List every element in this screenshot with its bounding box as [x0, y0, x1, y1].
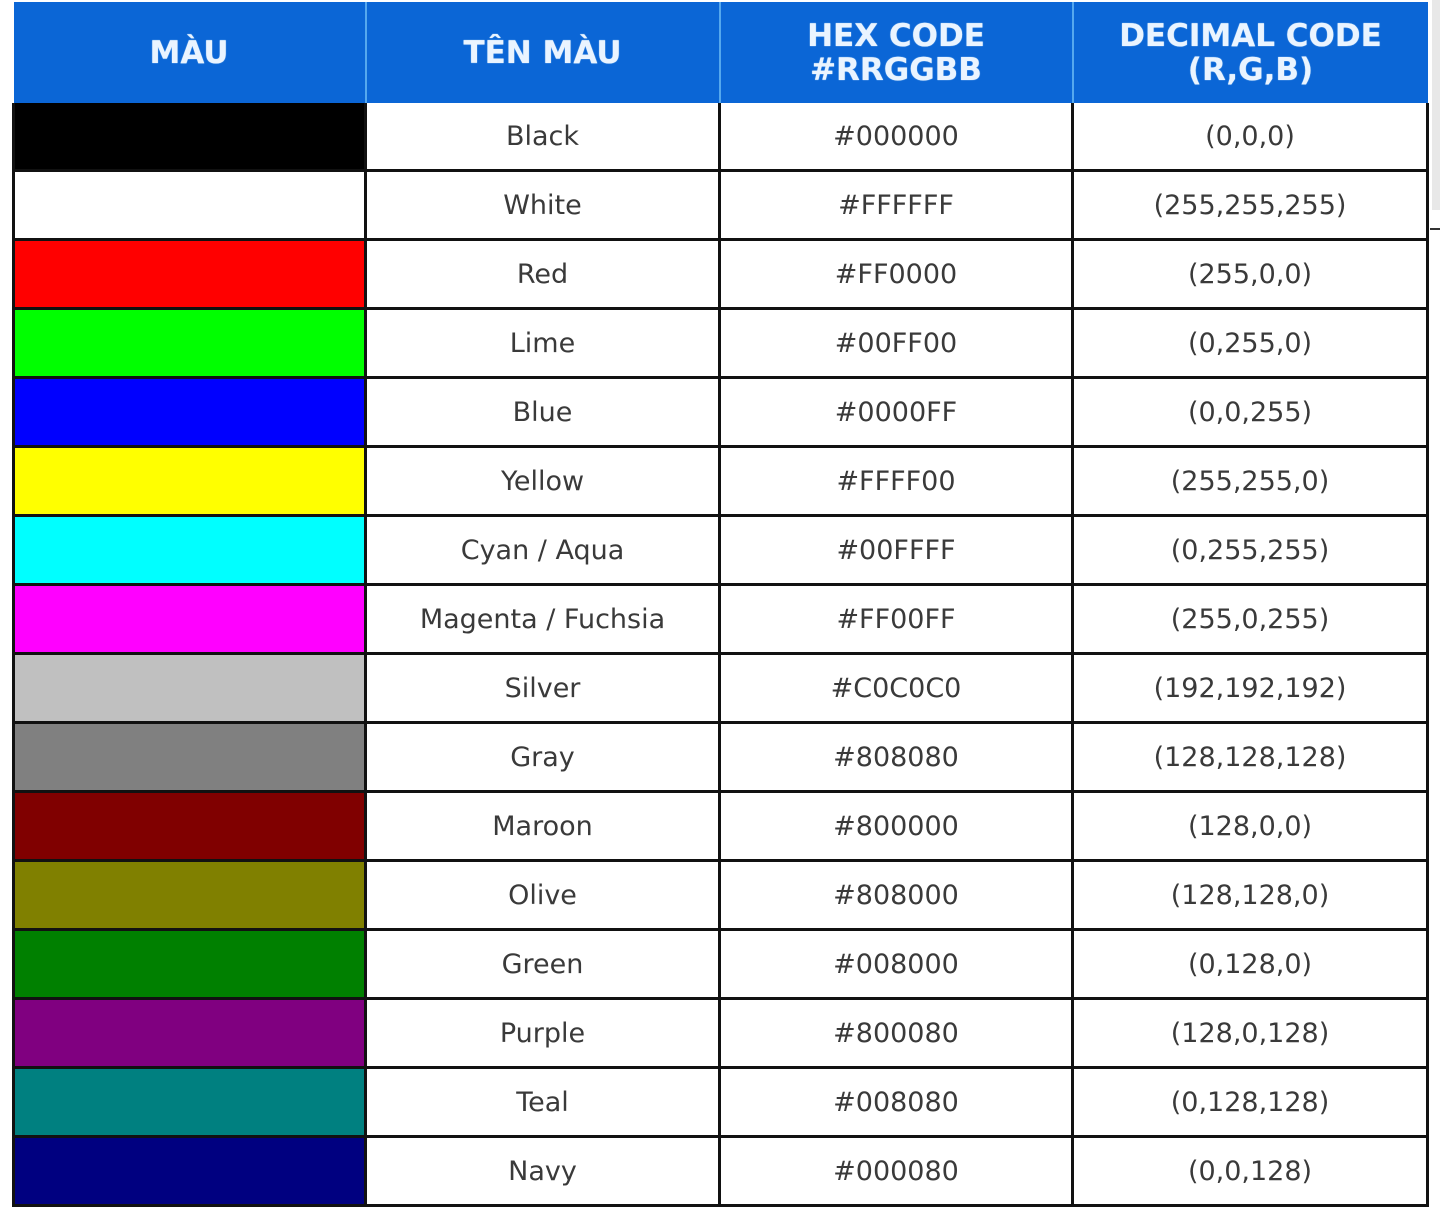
- table-row: Maroon #800000 (128,0,0): [12, 790, 1429, 862]
- color-code-table: MÀU TÊN MÀU HEX CODE #RRGGBB DECIMAL COD…: [12, 2, 1429, 1207]
- table-row: Purple #800080 (128,0,128): [12, 997, 1429, 1069]
- decimal-code-cell: (0,128,128): [1071, 1066, 1429, 1138]
- table-row: Cyan / Aqua #00FFFF (0,255,255): [12, 514, 1429, 586]
- decimal-code-cell: (128,128,0): [1071, 859, 1429, 931]
- decimal-code-cell: (128,128,128): [1071, 721, 1429, 793]
- color-name-cell: Navy: [364, 1135, 721, 1207]
- color-swatch: [12, 721, 367, 793]
- header-row: MÀU TÊN MÀU HEX CODE #RRGGBB DECIMAL COD…: [13, 2, 1428, 103]
- color-swatch: [12, 169, 367, 241]
- scrollbar-track[interactable]: [1432, 0, 1440, 210]
- color-name-cell: Blue: [364, 376, 721, 448]
- color-swatch: [12, 103, 367, 172]
- decimal-code-cell: (192,192,192): [1071, 652, 1429, 724]
- table-row: Red #FF0000 (255,0,0): [12, 238, 1429, 310]
- table-row: Magenta / Fuchsia #FF00FF (255,0,255): [12, 583, 1429, 655]
- header-decimal-line2: (R,G,B): [1187, 51, 1314, 88]
- color-name-cell: Teal: [364, 1066, 721, 1138]
- color-name-cell: Silver: [364, 652, 721, 724]
- decimal-code-cell: (128,0,128): [1071, 997, 1429, 1069]
- hex-code-cell: #0000FF: [718, 376, 1074, 448]
- hex-code-cell: #800000: [718, 790, 1074, 862]
- color-name-cell: Yellow: [364, 445, 721, 517]
- hex-code-cell: #00FFFF: [718, 514, 1074, 586]
- decimal-code-cell: (255,255,0): [1071, 445, 1429, 517]
- table-row: Olive #808000 (128,128,0): [12, 859, 1429, 931]
- color-swatch: [12, 376, 367, 448]
- table-row: Teal #008080 (0,128,128): [12, 1066, 1429, 1138]
- decimal-code-cell: (255,0,0): [1071, 238, 1429, 310]
- table-row: Silver #C0C0C0 (192,192,192): [12, 652, 1429, 724]
- hex-code-cell: #808080: [718, 721, 1074, 793]
- color-name-cell: Red: [364, 238, 721, 310]
- hex-code-cell: #000000: [718, 103, 1074, 172]
- decimal-code-cell: (0,128,0): [1071, 928, 1429, 1000]
- edge-marker: [1430, 228, 1440, 230]
- hex-code-cell: #000080: [718, 1135, 1074, 1207]
- header-decimal: DECIMAL CODE (R,G,B): [1071, 2, 1428, 103]
- table-row: Navy #000080 (0,0,128): [12, 1135, 1429, 1207]
- decimal-code-cell: (255,255,255): [1071, 169, 1429, 241]
- decimal-code-cell: (128,0,0): [1071, 790, 1429, 862]
- hex-code-cell: #008080: [718, 1066, 1074, 1138]
- color-name-cell: White: [364, 169, 721, 241]
- color-name-cell: Lime: [364, 307, 721, 379]
- color-name-cell: Black: [364, 103, 721, 172]
- color-name-cell: Cyan / Aqua: [364, 514, 721, 586]
- decimal-code-cell: (0,255,0): [1071, 307, 1429, 379]
- header-swatch: MÀU: [13, 2, 367, 103]
- color-swatch: [12, 652, 367, 724]
- color-swatch: [12, 1066, 367, 1138]
- color-swatch: [12, 583, 367, 655]
- table-row: Black #000000 (0,0,0): [12, 103, 1429, 172]
- color-swatch: [12, 928, 367, 1000]
- decimal-code-cell: (0,255,255): [1071, 514, 1429, 586]
- table-row: White #FFFFFF (255,255,255): [12, 169, 1429, 241]
- color-swatch: [12, 445, 367, 517]
- color-name-cell: Magenta / Fuchsia: [364, 583, 721, 655]
- color-swatch: [12, 997, 367, 1069]
- decimal-code-cell: (0,0,128): [1071, 1135, 1429, 1207]
- decimal-code-cell: (0,0,0): [1071, 103, 1429, 172]
- hex-code-cell: #FF0000: [718, 238, 1074, 310]
- hex-code-cell: #800080: [718, 997, 1074, 1069]
- color-swatch: [12, 307, 367, 379]
- color-swatch: [12, 859, 367, 931]
- color-name-cell: Gray: [364, 721, 721, 793]
- header-hex-line1: HEX CODE: [807, 17, 985, 54]
- header-hex: HEX CODE #RRGGBB: [718, 2, 1074, 103]
- hex-code-cell: #FFFFFF: [718, 169, 1074, 241]
- hex-code-cell: #008000: [718, 928, 1074, 1000]
- table-row: Yellow #FFFF00 (255,255,0): [12, 445, 1429, 517]
- hex-code-cell: #FF00FF: [718, 583, 1074, 655]
- header-name: TÊN MÀU: [364, 2, 721, 103]
- header-decimal-line1: DECIMAL CODE: [1119, 17, 1382, 54]
- color-swatch: [12, 238, 367, 310]
- color-swatch: [12, 1135, 367, 1207]
- header-hex-line2: #RRGGBB: [810, 51, 982, 88]
- hex-code-cell: #C0C0C0: [718, 652, 1074, 724]
- color-swatch: [12, 790, 367, 862]
- color-name-cell: Purple: [364, 997, 721, 1069]
- color-name-cell: Green: [364, 928, 721, 1000]
- hex-code-cell: #00FF00: [718, 307, 1074, 379]
- table-row: Lime #00FF00 (0,255,0): [12, 307, 1429, 379]
- table-row: Gray #808080 (128,128,128): [12, 721, 1429, 793]
- table-row: Blue #0000FF (0,0,255): [12, 376, 1429, 448]
- color-swatch: [12, 514, 367, 586]
- decimal-code-cell: (255,0,255): [1071, 583, 1429, 655]
- table-row: Green #008000 (0,128,0): [12, 928, 1429, 1000]
- hex-code-cell: #808000: [718, 859, 1074, 931]
- hex-code-cell: #FFFF00: [718, 445, 1074, 517]
- color-name-cell: Olive: [364, 859, 721, 931]
- decimal-code-cell: (0,0,255): [1071, 376, 1429, 448]
- color-name-cell: Maroon: [364, 790, 721, 862]
